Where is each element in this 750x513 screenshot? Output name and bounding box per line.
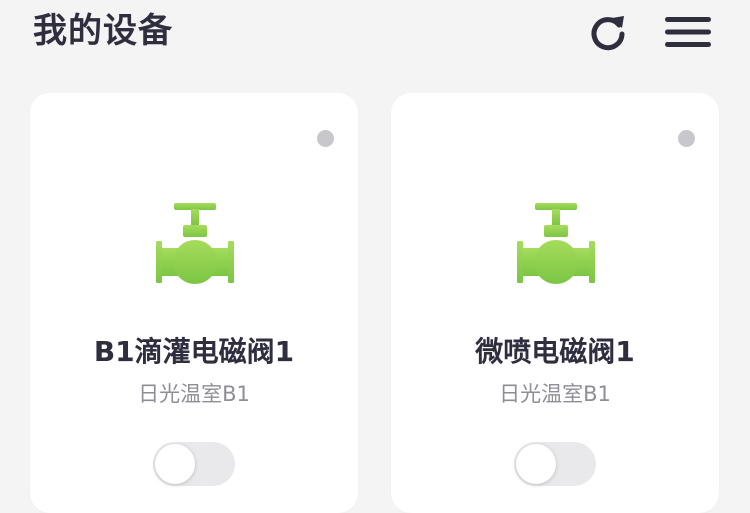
- valve-icon: [156, 203, 234, 284]
- menu-icon: [665, 17, 711, 47]
- refresh-icon: [591, 16, 625, 51]
- valve-icon: [517, 203, 595, 284]
- device-card[interactable]: 微喷电磁阀1 日光温室B1: [391, 93, 719, 513]
- status-indicator: [317, 130, 334, 147]
- refresh-button[interactable]: [582, 6, 634, 58]
- toggle-knob: [516, 444, 556, 484]
- device-location: 日光温室B1: [138, 382, 250, 406]
- device-power-toggle[interactable]: [514, 442, 596, 486]
- menu-button[interactable]: [662, 6, 714, 58]
- device-power-toggle[interactable]: [153, 442, 235, 486]
- device-location: 日光温室B1: [499, 382, 611, 406]
- status-indicator: [678, 130, 695, 147]
- page-title: 我的设备: [33, 11, 173, 51]
- device-card[interactable]: B1滴灌电磁阀1 日光温室B1: [30, 93, 358, 513]
- toggle-knob: [155, 444, 195, 484]
- top-bar: 我的设备: [0, 0, 750, 70]
- device-name: B1滴灌电磁阀1: [93, 335, 295, 368]
- device-name: 微喷电磁阀1: [475, 335, 635, 368]
